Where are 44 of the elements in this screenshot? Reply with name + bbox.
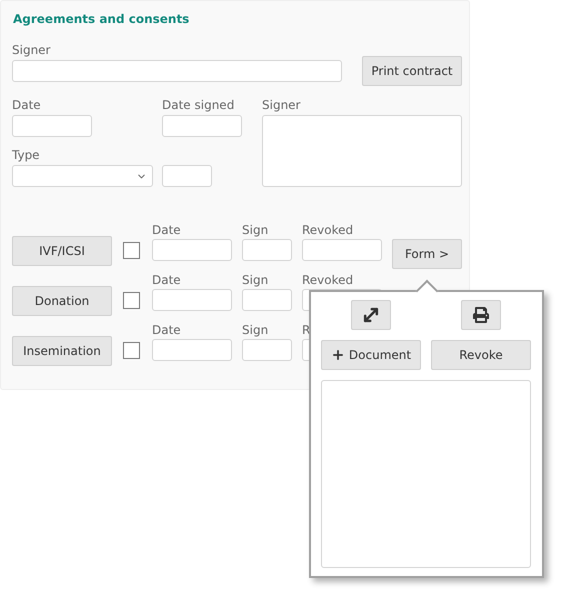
plus-icon (330, 348, 345, 362)
signer-field[interactable] (12, 60, 342, 82)
field-label: R (302, 322, 312, 338)
field-label: Sign (242, 222, 270, 238)
sign-field[interactable] (242, 239, 292, 261)
printer-icon (473, 307, 489, 323)
field-label: Sign (242, 322, 270, 338)
consent-type-button[interactable]: IVF/ICSI (12, 236, 112, 266)
document-list-field[interactable] (321, 380, 531, 568)
field-label: Date (152, 272, 182, 288)
field-label: Sign (242, 272, 270, 288)
add-document-button[interactable]: Document (321, 340, 421, 370)
type-select[interactable] (12, 165, 153, 187)
field-label: Signer (12, 42, 52, 58)
print-contract-button[interactable]: Print contract (362, 56, 462, 86)
field-label: Signer (262, 97, 302, 113)
form-button[interactable]: Form > (392, 239, 462, 269)
expand-button[interactable] (351, 300, 391, 330)
section-title: Agreements and consents (13, 11, 190, 28)
field-label: Date (12, 97, 42, 113)
consent-type-button[interactable]: Donation (12, 286, 112, 316)
field-label: Date signed (162, 97, 236, 113)
revoked-date-field[interactable] (302, 239, 382, 261)
field-label: Revoked (302, 222, 354, 238)
date-field[interactable] (152, 339, 232, 361)
field-label: Date (152, 322, 182, 338)
field-label: Revoked (302, 272, 354, 288)
consent-checkbox[interactable] (123, 242, 140, 259)
revoke-button[interactable]: Revoke (431, 340, 531, 370)
sign-field[interactable] (242, 339, 292, 361)
print-button[interactable] (461, 300, 501, 330)
sign-field[interactable] (242, 289, 292, 311)
consent-checkbox[interactable] (123, 342, 140, 359)
date-field[interactable] (152, 239, 232, 261)
consent-type-button[interactable]: Insemination (12, 336, 112, 366)
date-signed-field[interactable] (162, 115, 242, 137)
field-label: Date (152, 222, 182, 238)
date-field[interactable] (12, 115, 92, 137)
expand-icon (361, 305, 381, 325)
number-field[interactable] (162, 165, 212, 187)
field-label: Type (12, 147, 41, 163)
date-field[interactable] (152, 289, 232, 311)
consent-checkbox[interactable] (123, 292, 140, 309)
signer-notes-field[interactable] (262, 115, 462, 187)
